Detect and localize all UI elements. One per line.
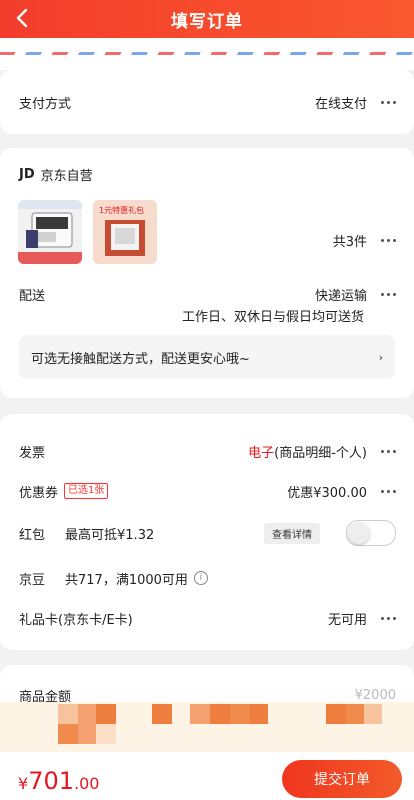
- jingdou-label: 京豆: [19, 572, 46, 588]
- invoice-type: 电子: [248, 445, 275, 461]
- submit-order-button[interactable]: 提交订单: [282, 760, 402, 798]
- delivery-label: 配送: [19, 288, 46, 304]
- header-bar: 填写订单: [0, 0, 414, 38]
- product-thumb-2[interactable]: 1元特惠礼包: [93, 200, 157, 264]
- delivery-note-row: 工作日、双休日与假日均可送货: [19, 305, 364, 325]
- store-header: JD 京东自营: [19, 164, 396, 184]
- redpacket-detail-button[interactable]: 查看详情: [264, 522, 320, 544]
- redpacket-row: 红包 最高可抵¥1.32 查看详情: [19, 520, 396, 546]
- coupon-value: 优惠¥300.00: [287, 485, 367, 501]
- store-name: 京东自营: [40, 168, 93, 184]
- price-decimal: .00: [74, 774, 100, 793]
- giftcard-value: 无可用: [327, 612, 367, 628]
- item-count: 共3件: [332, 234, 367, 250]
- contactless-text: 可选无接触配送方式，配送更安心哦~: [31, 351, 250, 367]
- chevron-right-icon: ›: [378, 350, 383, 364]
- discount-card: 发票 电子 (商品明细-个人) 优惠券 已选1张 优惠¥300.00 红包 最高…: [0, 414, 414, 650]
- price-integer: 701: [28, 767, 74, 795]
- more-icon: [381, 489, 396, 493]
- item-count-row[interactable]: 共3件: [333, 230, 396, 250]
- back-arrow-icon[interactable]: [10, 4, 38, 32]
- delivery-value: 快递运输: [314, 288, 367, 304]
- total-price: ¥701.00: [18, 767, 99, 795]
- giftcard-label: 礼品卡(京东卡/E卡): [19, 612, 133, 628]
- more-icon: [381, 616, 396, 620]
- jingdou-value: 共717，满1000可用: [65, 572, 188, 588]
- jingdou-row: 京豆 共717，满1000可用 i: [19, 568, 396, 588]
- redpacket-label: 红包: [19, 527, 46, 543]
- redpacket-value: 最高可抵¥1.32: [65, 527, 155, 543]
- invoice-row[interactable]: 发票 电子 (商品明细-个人): [19, 441, 396, 461]
- product-thumb-2-banner: 1元特惠礼包: [99, 206, 145, 215]
- payment-card: 支付方式 在线支付: [0, 70, 414, 134]
- invoice-detail: (商品明细-个人): [274, 445, 367, 461]
- summary-value: ¥2000: [354, 687, 396, 703]
- info-icon[interactable]: i: [193, 571, 208, 585]
- footer-bar: ¥701.00 提交订单: [0, 752, 414, 800]
- giftcard-row[interactable]: 礼品卡(京东卡/E卡) 无可用: [19, 608, 396, 628]
- pixelated-overlay: [0, 702, 414, 752]
- more-icon: [381, 292, 396, 296]
- payment-label: 支付方式: [19, 96, 72, 112]
- more-icon: [381, 449, 396, 453]
- coupon-tag: 已选1张: [64, 483, 109, 499]
- invoice-label: 发票: [19, 445, 46, 461]
- product-image-1: [18, 200, 82, 264]
- payment-value: 在线支付: [314, 96, 367, 112]
- more-icon: [381, 100, 396, 104]
- delivery-row[interactable]: 配送 快递运输: [19, 284, 396, 304]
- redpacket-toggle[interactable]: [346, 520, 396, 546]
- store-card: JD 京东自营 1元特惠礼包 共3件 配送 快递运输 工作日、双休日与假日均可送…: [0, 148, 414, 398]
- more-icon: [381, 238, 396, 242]
- coupon-row[interactable]: 优惠券 已选1张 优惠¥300.00: [19, 481, 396, 501]
- price-currency: ¥: [18, 774, 29, 793]
- page-title: 填写订单: [171, 11, 243, 32]
- contactless-delivery-banner[interactable]: 可选无接触配送方式，配送更安心哦~ ›: [19, 335, 395, 379]
- airmail-stripe: [0, 38, 414, 70]
- product-thumb-1[interactable]: [18, 200, 82, 264]
- delivery-note: 工作日、双休日与假日均可送货: [181, 309, 364, 325]
- coupon-label: 优惠券: [19, 485, 59, 501]
- jd-logo-icon: JD: [19, 166, 35, 182]
- payment-row[interactable]: 支付方式 在线支付: [19, 92, 396, 112]
